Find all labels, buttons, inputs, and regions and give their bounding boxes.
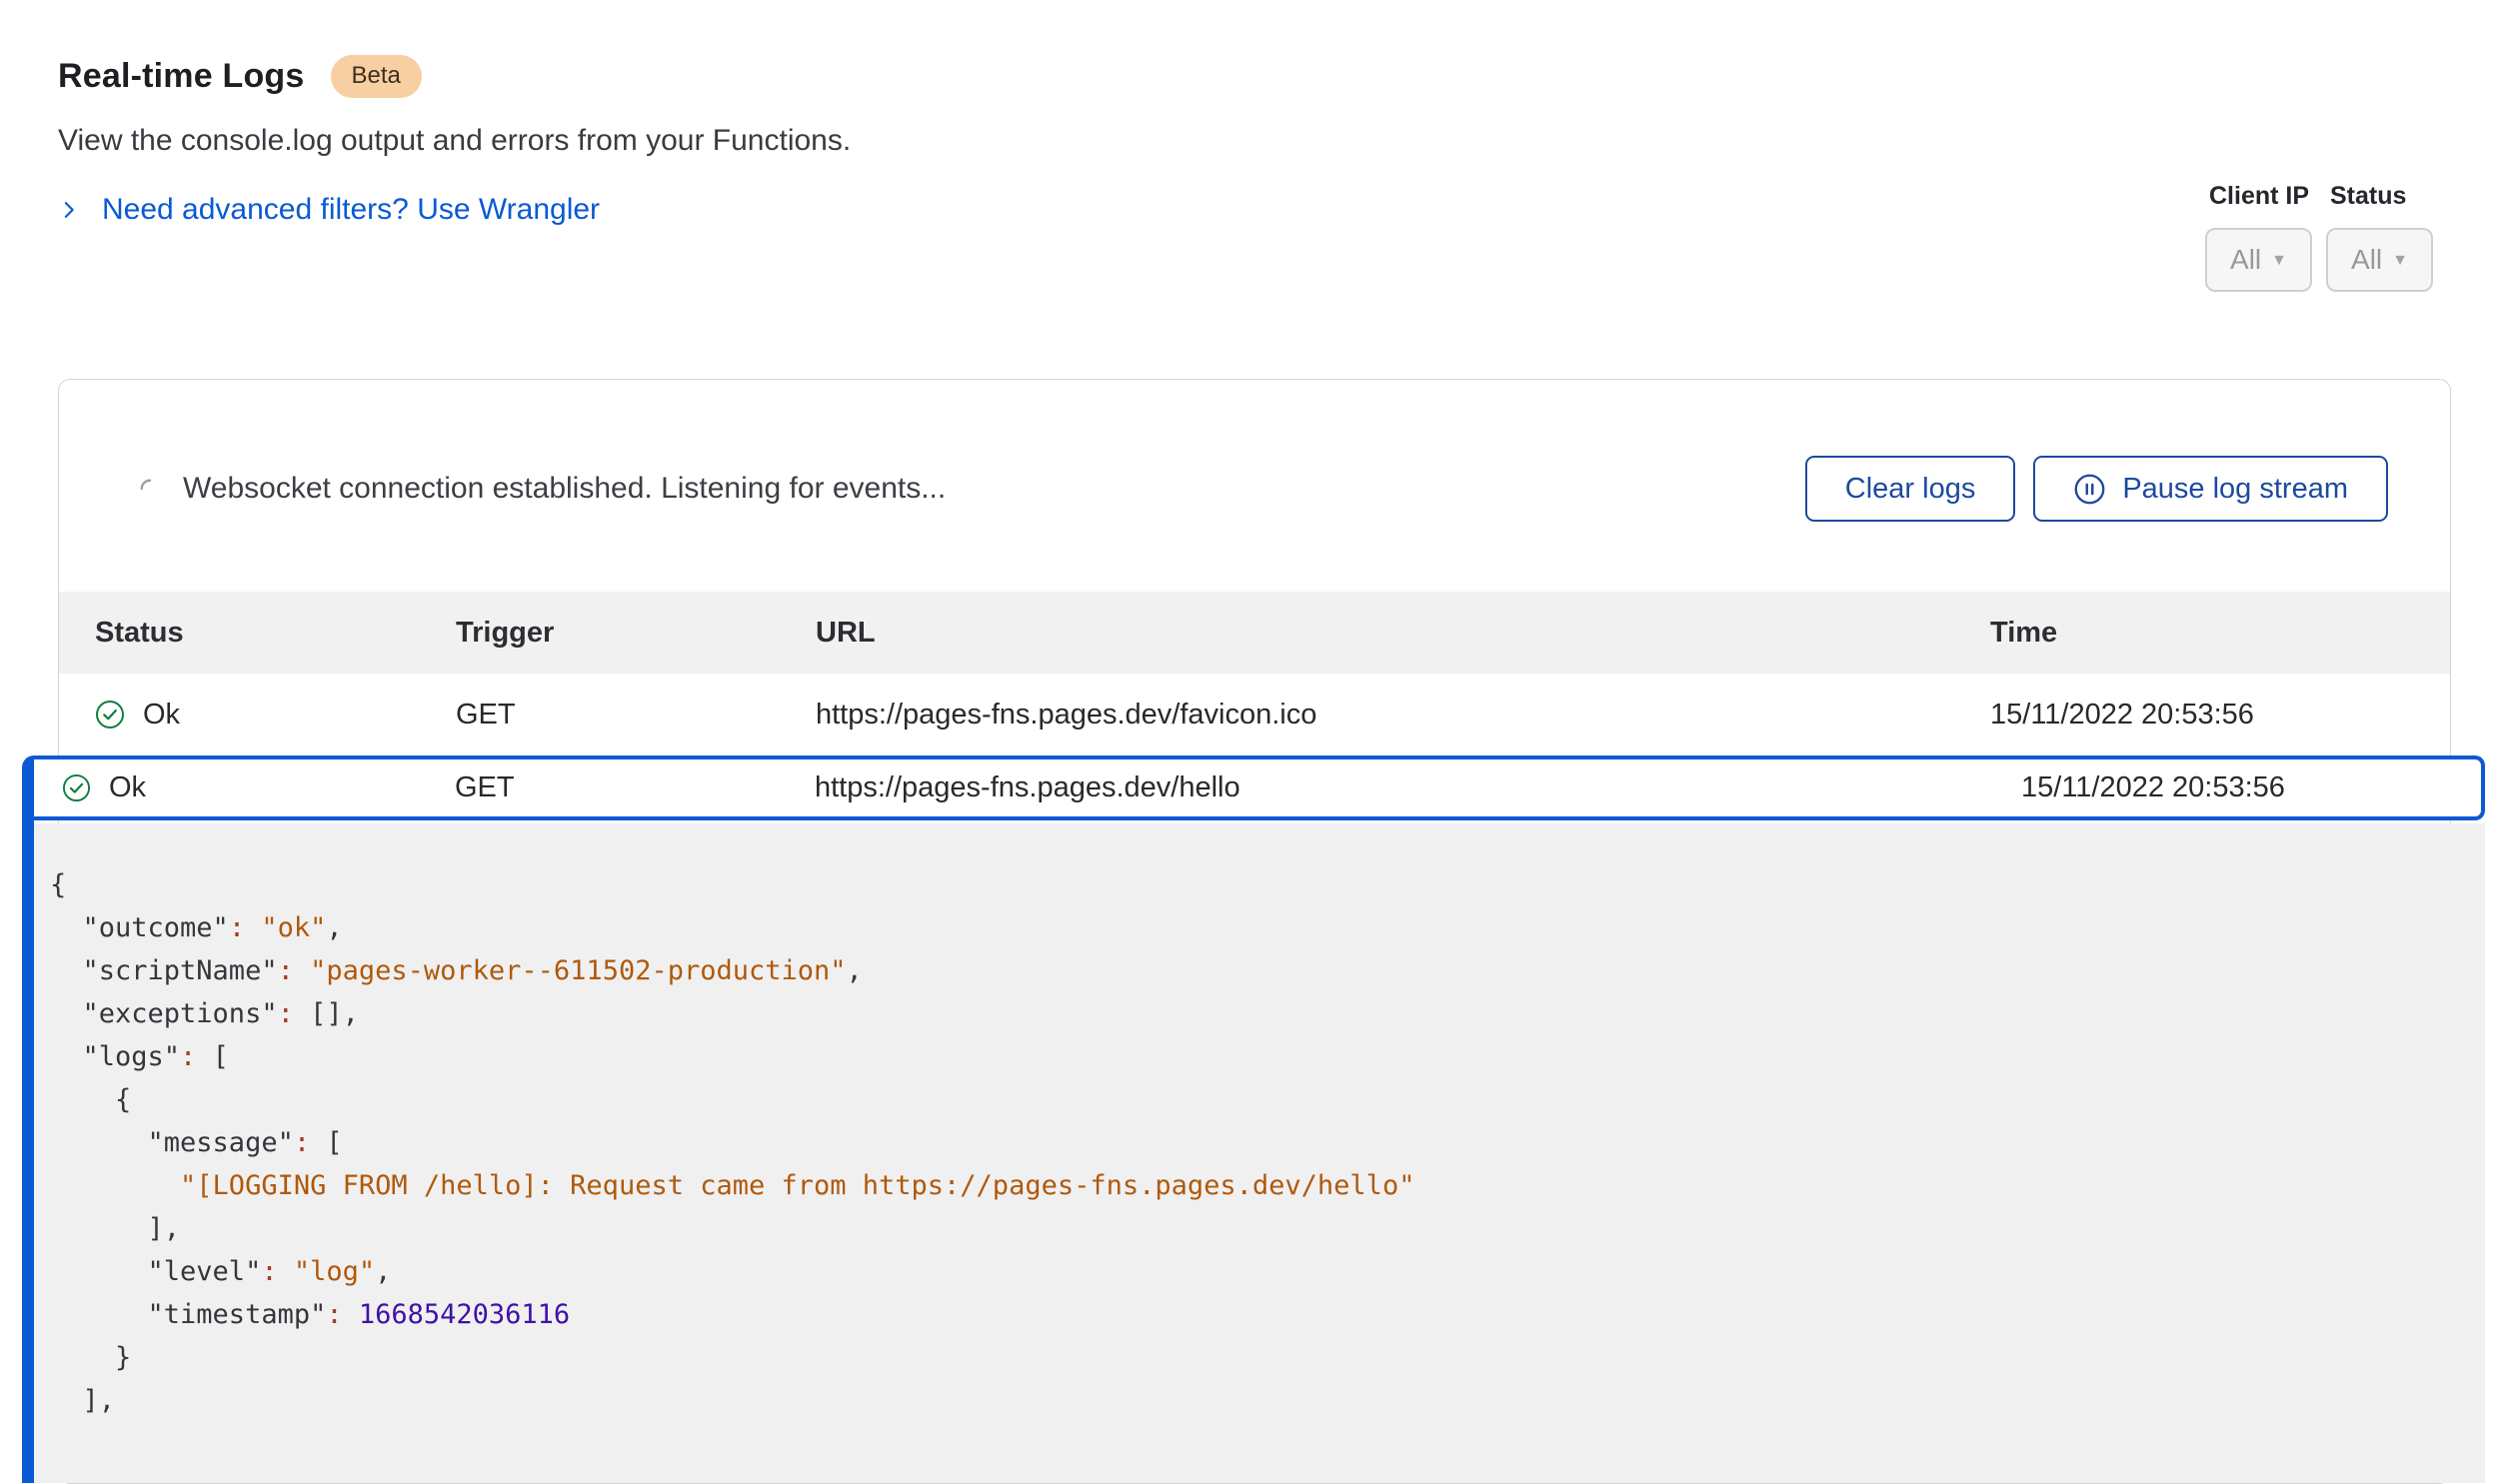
client-ip-filter: Client IP All ▼ <box>2205 182 2312 292</box>
filter-bar: Client IP All ▼ Status All ▼ <box>2205 182 2433 292</box>
cell-status: Ok <box>62 771 455 804</box>
client-ip-label: Client IP <box>2209 182 2312 211</box>
wrangler-link-label: Need advanced filters? Use Wrangler <box>102 193 600 227</box>
realtime-logs-page: Real-time Logs Beta View the console.log… <box>0 0 2507 1484</box>
page-header: Real-time Logs Beta <box>58 55 2507 98</box>
wrangler-link[interactable]: Need advanced filters? Use Wrangler <box>58 193 600 227</box>
client-ip-dropdown[interactable]: All ▼ <box>2205 228 2312 292</box>
cell-url: https://pages-fns.pages.dev/favicon.ico <box>816 699 1990 732</box>
status-filter-label: Status <box>2330 182 2433 211</box>
websocket-status: Websocket connection established. Listen… <box>139 472 946 506</box>
table-row-selected[interactable]: Ok GET https://pages-fns.pages.dev/hello… <box>34 755 2485 820</box>
page-title: Real-time Logs <box>58 57 305 96</box>
column-header-trigger: Trigger <box>456 617 816 650</box>
status-filter-value: All <box>2351 244 2382 276</box>
status-ok-icon <box>62 773 91 802</box>
toolbar-actions: Clear logs Pause log stream <box>1805 456 2388 522</box>
client-ip-value: All <box>2230 244 2261 276</box>
selection-accent-bar <box>22 755 34 1483</box>
table-header: Status Trigger URL Time <box>59 592 2450 674</box>
logs-panel: Websocket connection established. Listen… <box>58 379 2451 1484</box>
cell-time: 15/11/2022 20:53:56 <box>2021 771 2481 804</box>
status-ok-icon <box>95 700 125 730</box>
log-detail-json: { "outcome": "ok", "scriptName": "pages-… <box>34 823 2485 1483</box>
table-row[interactable]: Ok GET https://pages-fns.pages.dev/favic… <box>59 674 2450 755</box>
cell-url: https://pages-fns.pages.dev/hello <box>815 771 2021 804</box>
status-dropdown[interactable]: All ▼ <box>2326 228 2433 292</box>
expanded-log-entry: Ok GET https://pages-fns.pages.dev/hello… <box>22 755 2485 1483</box>
caret-down-icon: ▼ <box>2271 252 2287 270</box>
chevron-right-icon <box>58 198 80 222</box>
status-filter: Status All ▼ <box>2326 182 2433 292</box>
caret-down-icon: ▼ <box>2392 252 2408 270</box>
cell-time: 15/11/2022 20:53:56 <box>1990 699 2450 732</box>
pause-icon <box>2073 473 2106 506</box>
column-header-url: URL <box>816 617 1990 650</box>
spinner-icon <box>139 478 161 500</box>
cell-trigger: GET <box>455 771 815 804</box>
beta-badge: Beta <box>331 55 422 98</box>
column-header-time: Time <box>1990 617 2450 650</box>
clear-logs-button[interactable]: Clear logs <box>1805 456 2016 522</box>
pause-log-stream-button[interactable]: Pause log stream <box>2033 456 2388 522</box>
cell-trigger: GET <box>456 699 816 732</box>
cell-status: Ok <box>59 699 456 732</box>
websocket-status-text: Websocket connection established. Listen… <box>183 472 946 506</box>
logs-toolbar: Websocket connection established. Listen… <box>59 380 2450 522</box>
column-header-status: Status <box>59 617 456 650</box>
page-subtitle: View the console.log output and errors f… <box>58 124 2507 158</box>
